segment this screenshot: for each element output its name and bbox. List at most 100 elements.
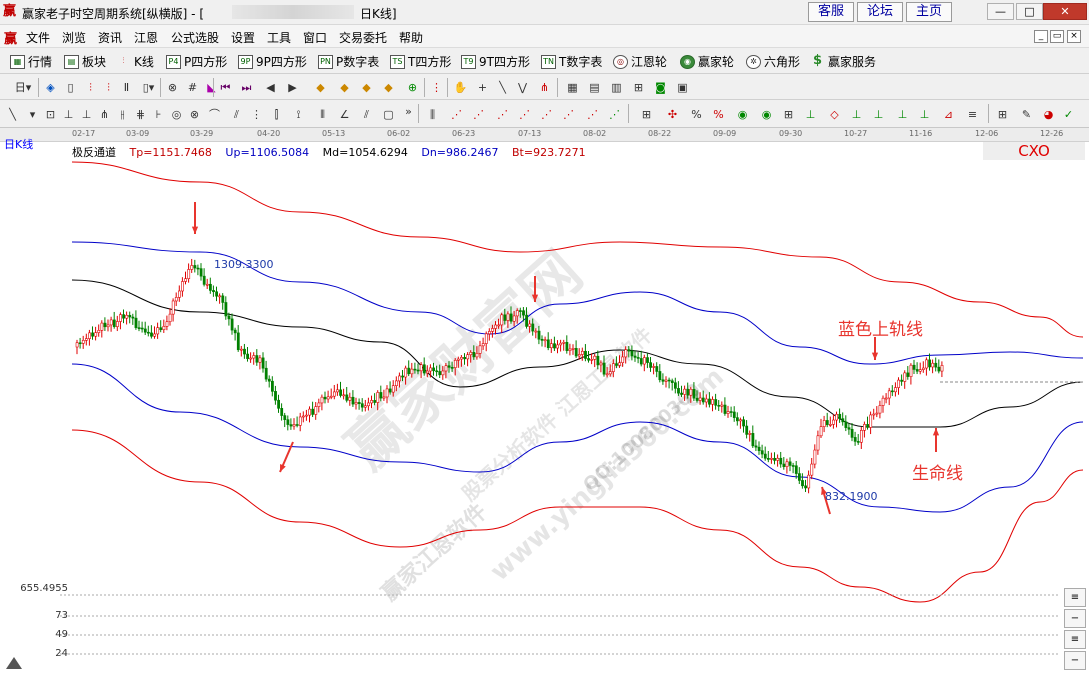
table-tool-icon[interactable]: ⊞ (994, 106, 1011, 123)
diamond-up-icon[interactable]: ◆ (358, 79, 375, 96)
last-icon[interactable]: ⏭ (238, 79, 255, 96)
p-square-button[interactable]: P4 P四方形 (166, 53, 227, 70)
fan-red6-icon[interactable]: ⋰ (560, 106, 577, 123)
circle-green2-icon[interactable]: ◉ (758, 106, 775, 123)
channel-icon[interactable]: ⫲ (114, 106, 131, 123)
fan-red4-icon[interactable]: ⋰ (516, 106, 533, 123)
quotes-button[interactable]: ▦ 行情 (10, 53, 52, 70)
fan-red3-icon[interactable]: ⋰ (494, 106, 511, 123)
line-tool-icon[interactable]: ╲ (4, 106, 21, 123)
speed-line-icon[interactable]: ⫽ (358, 106, 375, 123)
hash-icon[interactable]: # (184, 79, 201, 96)
tree2-icon[interactable]: ⊥ (848, 106, 865, 123)
grid-tool-icon[interactable]: ⋕ (132, 106, 149, 123)
forum-link[interactable]: 论坛 (857, 2, 903, 22)
period-dropdown-icon[interactable]: 日▾ (10, 79, 36, 96)
bar-icon[interactable]: Ⅱ (118, 79, 135, 96)
spiral-red-icon[interactable]: ✣ (664, 106, 681, 123)
snake-icon[interactable]: ◈ (42, 79, 59, 96)
9t-square-button[interactable]: T9 9T四方形 (461, 53, 530, 70)
tree3-icon[interactable]: ⊥ (870, 106, 887, 123)
tree-icon[interactable]: ⊥ (802, 106, 819, 123)
menu-gann[interactable]: 江恩 (134, 29, 158, 46)
diamond-icon[interactable]: ◇ (826, 106, 843, 123)
gann-fan-icon[interactable]: ⫽ (228, 106, 245, 123)
fan-red2-icon[interactable]: ⋰ (470, 106, 487, 123)
ruler-icon[interactable]: ⊿ (940, 106, 957, 123)
vertical-line-icon[interactable]: ⊦ (150, 106, 167, 123)
tree5-icon[interactable]: ⊥ (916, 106, 933, 123)
reference-icon[interactable]: ⋮ (428, 79, 445, 96)
fibo-icon[interactable]: ⋮ (248, 106, 265, 123)
diamond-down-icon[interactable]: ◆ (380, 79, 397, 96)
wave-icon[interactable]: ⫿ (268, 106, 285, 123)
minimize-button[interactable]: — (987, 3, 1014, 20)
circle-green-icon[interactable]: ◉ (734, 106, 751, 123)
camera-icon[interactable]: ◙ (652, 79, 669, 96)
arc-icon[interactable]: ⌒ (206, 106, 223, 123)
panel-add-button[interactable]: − (1064, 609, 1086, 628)
zoom-in-icon[interactable]: ⊕ (404, 79, 421, 96)
menu-file[interactable]: 文件 (26, 29, 50, 46)
fan-red5-icon[interactable]: ⋰ (538, 106, 555, 123)
sectors-button[interactable]: ▤ 板块 (64, 53, 106, 70)
pitchfork-icon[interactable]: ⊥ (78, 106, 95, 123)
diamond-left-icon[interactable]: ◆ (312, 79, 329, 96)
document-icon[interactable]: ▯ (62, 79, 79, 96)
menu-settings[interactable]: 设置 (231, 29, 255, 46)
menu-news[interactable]: 资讯 (98, 29, 122, 46)
check-icon[interactable]: ✓ (1060, 106, 1077, 123)
calculator-icon[interactable]: ▤ (586, 79, 603, 96)
calendar-icon[interactable]: ▦ (564, 79, 581, 96)
first-icon[interactable]: ⏮ (217, 79, 234, 96)
p-number-table-button[interactable]: PN P数字表 (318, 53, 379, 70)
lines-icon[interactable]: ≡ (964, 106, 981, 123)
fork-icon[interactable]: ⋔ (536, 79, 553, 96)
prev-icon[interactable]: ◀ (262, 79, 279, 96)
trendline-icon[interactable]: ╲ (494, 79, 511, 96)
table-icon[interactable]: ▥ (608, 79, 625, 96)
fan-green-icon[interactable]: ⋰ (606, 106, 623, 123)
t-number-table-button[interactable]: TN T数字表 (541, 53, 602, 70)
time-cycle-icon[interactable]: ⟟ (290, 106, 307, 123)
fan-red7-icon[interactable]: ⋰ (584, 106, 601, 123)
resize-corner-icon[interactable] (6, 657, 22, 669)
mdi-minimize-button[interactable]: _ (1034, 30, 1048, 43)
bars-icon[interactable]: ⫼ (424, 106, 441, 123)
panel-list-button[interactable]: ≡ (1064, 630, 1086, 649)
grid-tool2-icon[interactable]: ⊞ (780, 106, 797, 123)
gann-wheel-button[interactable]: ◎ 江恩轮 (613, 53, 667, 70)
color-wheel-icon[interactable]: ◕ (1040, 106, 1057, 123)
9p-square-button[interactable]: 9P 9P四方形 (238, 53, 307, 70)
diamond-right-icon[interactable]: ◆ (336, 79, 353, 96)
fan-icon[interactable]: ⋔ (96, 106, 113, 123)
candle-dropdown-icon[interactable]: ▯▾ (140, 79, 157, 96)
winner-wheel-button[interactable]: ◉ 赢家轮 (680, 53, 734, 70)
t-square-button[interactable]: TS T四方形 (390, 53, 451, 70)
winner-service-button[interactable]: $ 赢家服务 (810, 53, 876, 70)
kline-icon[interactable]: ⫶ (82, 79, 99, 96)
dropdown-icon[interactable]: ▾ (24, 106, 41, 123)
panel-remove-button[interactable]: − (1064, 651, 1086, 670)
zigzag-icon[interactable]: ⋁ (514, 79, 531, 96)
percent-red-icon[interactable]: % (710, 106, 727, 123)
menu-tools[interactable]: 工具 (267, 29, 291, 46)
kline-alt-icon[interactable]: ⫶ (100, 79, 117, 96)
close-button[interactable]: ✕ (1043, 3, 1087, 20)
tree4-icon[interactable]: ⊥ (894, 106, 911, 123)
maximize-button[interactable]: □ (1016, 3, 1043, 20)
fan-red-icon[interactable]: ⋰ (448, 106, 465, 123)
menu-window[interactable]: 窗口 (303, 29, 327, 46)
kline-chart-area[interactable]: 赢家财富网 赢家江恩软件 股票分析软件 江恩工具软件 www.yingjia360.c… (0, 142, 1089, 674)
mdi-restore-button[interactable]: ▭ (1050, 30, 1064, 43)
menu-browse[interactable]: 浏览 (62, 29, 86, 46)
period-lines-icon[interactable]: ⫴ (314, 106, 331, 123)
circle-tool-icon[interactable]: ◎ (168, 106, 185, 123)
next-icon[interactable]: ▶ (284, 79, 301, 96)
spiral-icon[interactable]: ⊗ (186, 106, 203, 123)
box-icon[interactable]: ▢ (380, 106, 397, 123)
hand-icon[interactable]: ✋ (452, 79, 469, 96)
grid-lines-icon[interactable]: ⊞ (638, 106, 655, 123)
menu-help[interactable]: 帮助 (399, 29, 423, 46)
angle-icon[interactable]: ∠ (336, 106, 353, 123)
